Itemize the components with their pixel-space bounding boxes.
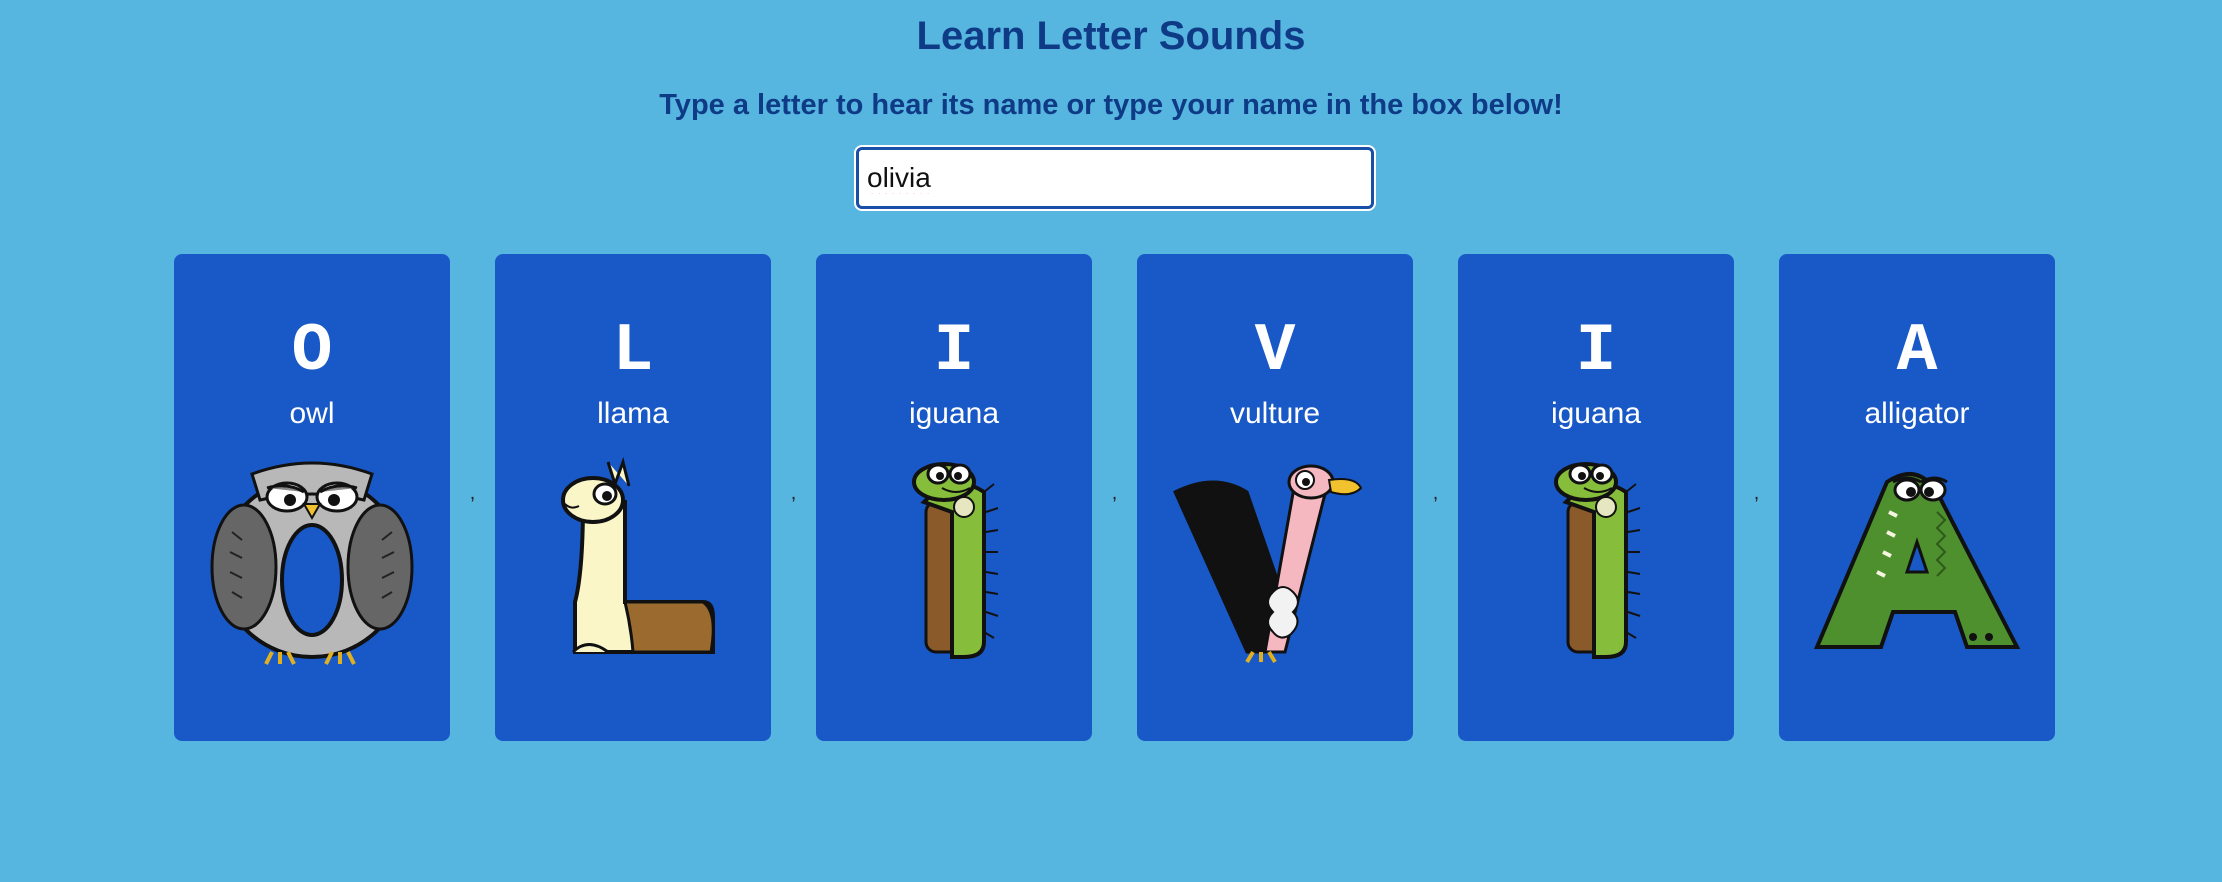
letter-card-a[interactable]: A alligator — [1779, 254, 2055, 741]
letter-card-v[interactable]: V vulture — [1137, 254, 1413, 741]
card-word: alligator — [1864, 397, 1970, 430]
owl-letter-o-illustration — [210, 461, 414, 665]
card-word: vulture — [1229, 397, 1321, 430]
name-input[interactable] — [856, 147, 1374, 209]
letter-card-l[interactable]: L llama — [495, 254, 771, 741]
letter-separator: , — [1753, 482, 1760, 504]
letter-card-o[interactable]: O owl — [174, 254, 450, 741]
card-word: iguana — [1550, 397, 1642, 430]
letter-card-i[interactable]: I iguana — [816, 254, 1092, 741]
letter-separator: , — [1432, 482, 1439, 504]
letter-separator: , — [469, 482, 476, 504]
alligator-letter-a-illustration — [1813, 472, 2021, 649]
card-word: owl — [289, 397, 335, 430]
llama-letter-l-illustration — [561, 456, 715, 654]
card-letter: I — [1575, 313, 1617, 390]
instructions-text: Type a letter to hear its name or type y… — [659, 89, 1563, 121]
letter-separator: , — [1111, 482, 1118, 504]
card-letter: V — [1254, 313, 1296, 390]
iguana-letter-i-illustration — [912, 462, 999, 659]
card-word: iguana — [908, 397, 1000, 430]
vulture-letter-v-illustration — [1173, 464, 1363, 664]
card-word: llama — [597, 397, 669, 430]
letter-cards: O owl , L llama , I iguana , V vulture ,… — [174, 254, 2055, 741]
card-letter: A — [1896, 313, 1938, 390]
card-letter: L — [612, 313, 654, 390]
iguana-letter-i-illustration — [1554, 462, 1641, 659]
card-letter: I — [933, 313, 975, 390]
letter-separator: , — [790, 482, 797, 504]
letter-card-i[interactable]: I iguana — [1458, 254, 1734, 741]
card-letter: O — [291, 313, 333, 390]
page-title: Learn Letter Sounds — [916, 14, 1306, 58]
